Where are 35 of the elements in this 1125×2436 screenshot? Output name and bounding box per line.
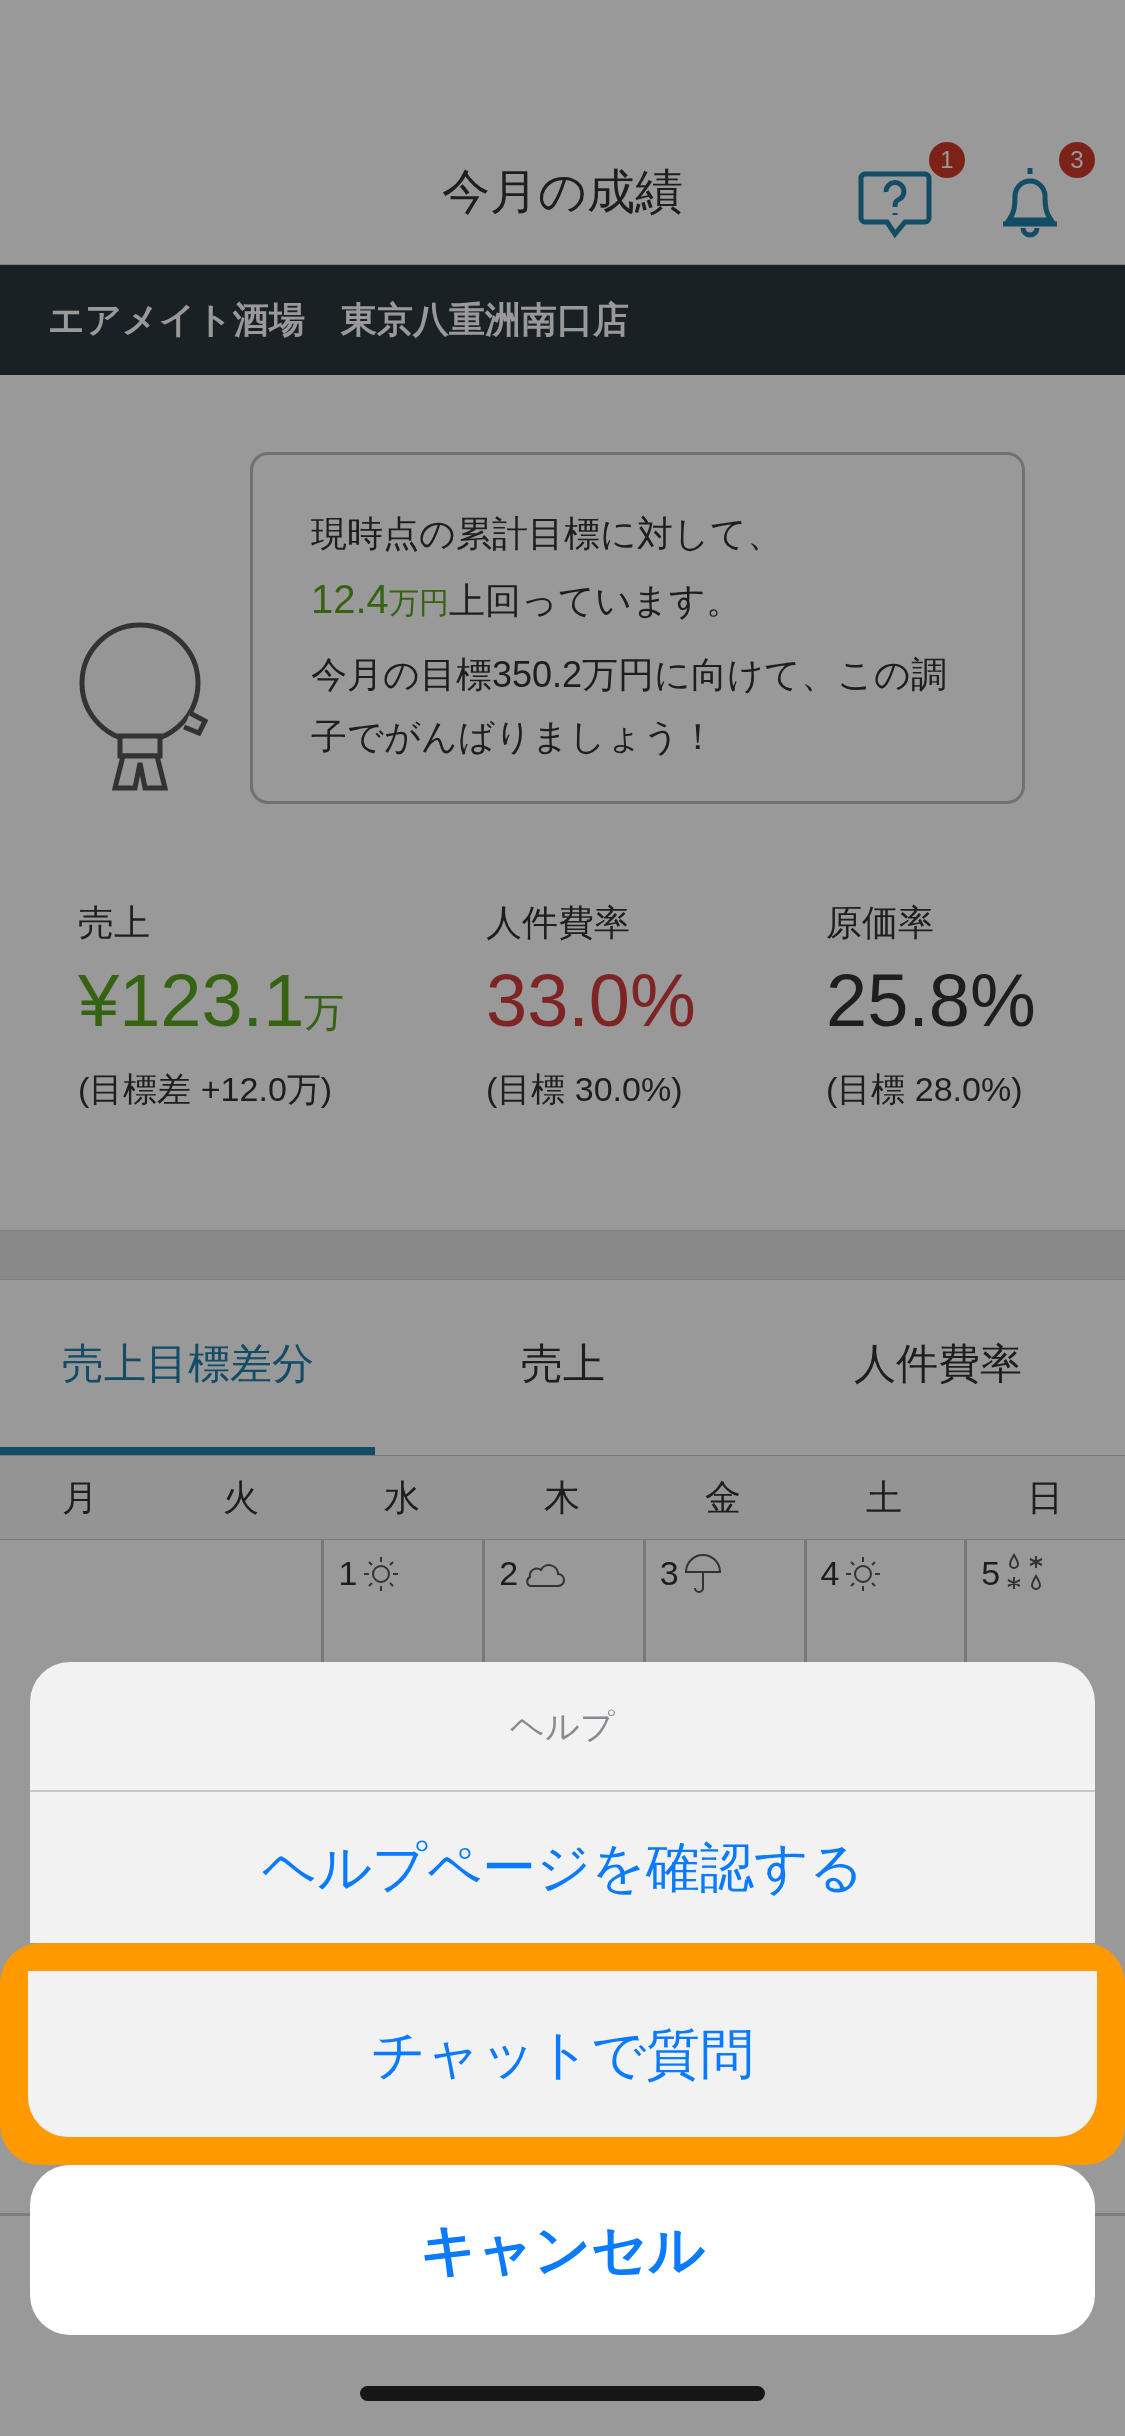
notification-badge: 3 [1059, 142, 1095, 178]
metric-label: 売上 [78, 901, 150, 945]
metric-target: (目標 30.0%) [486, 1069, 683, 1110]
weekday-label: 火 [223, 1475, 260, 1520]
page-title: 今月の成績 [442, 164, 683, 220]
weekday-label: 土 [865, 1475, 902, 1520]
metric-value: ¥123.1万 [78, 964, 345, 1038]
sheet-action[interactable]: チャットで質問 [28, 1971, 1097, 2137]
day-number: 2 [499, 1553, 519, 1594]
day-number: 1 [338, 1553, 358, 1594]
metric-target: (目標差 +12.0万) [78, 1069, 333, 1110]
weekday-label: 金 [705, 1475, 742, 1520]
weekday-label: 水 [383, 1475, 420, 1520]
chart-tab[interactable]: 人件費率 [750, 1280, 1125, 1455]
weekday-label: 月 [62, 1475, 99, 1520]
sheet-title: ヘルプ [510, 1705, 615, 1747]
weekday-label: 木 [544, 1475, 581, 1520]
metric-value: 25.8% [826, 964, 1036, 1038]
day-number: 5 [981, 1553, 1001, 1594]
metric-value: 33.0% [486, 964, 696, 1038]
metric-label: 原価率 [826, 901, 934, 945]
metric-label: 人件費率 [486, 901, 630, 945]
store-name: エアメイト酒場 東京八重洲南口店 [48, 298, 629, 342]
sheet-action[interactable]: ヘルプページを確認する [30, 1792, 1095, 1943]
day-number: 3 [659, 1553, 679, 1594]
weekday-label: 日 [1026, 1475, 1063, 1520]
day-number: 4 [820, 1553, 840, 1594]
notification-button[interactable]: 3 [995, 142, 1095, 242]
metric-target: (目標 28.0%) [826, 1069, 1023, 1110]
umbrella-icon [682, 1551, 723, 1596]
cancel-button[interactable]: キャンセル [30, 2165, 1095, 2335]
chart-tab[interactable]: 売上 [375, 1280, 750, 1455]
message-text: 現時点の累計目標に対して、 12.4万円上回っています。 今月の目標350.2万円に向けて、この調子でがんばりましょう！ [311, 512, 949, 759]
help-badge: 1 [929, 142, 965, 178]
help-button[interactable]: 1 [855, 142, 965, 242]
